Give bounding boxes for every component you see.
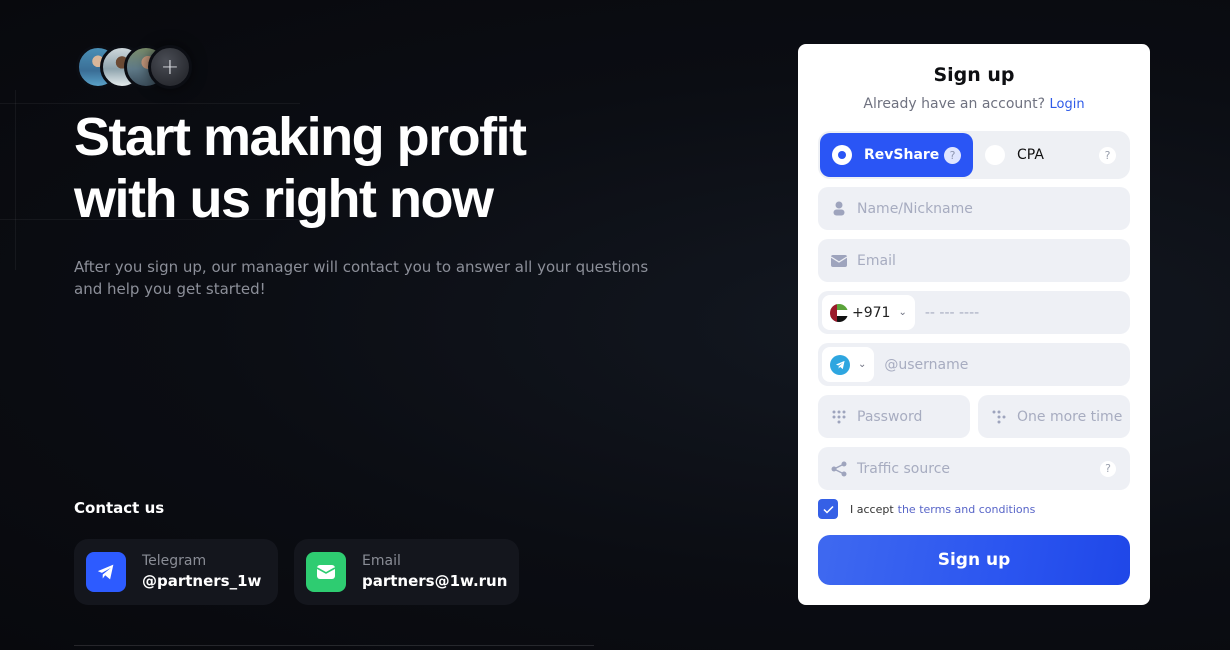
keypad-partial-icon [991,409,1007,425]
chevron-down-icon: ⌄ [898,307,907,318]
decorative-grid-line [0,103,300,104]
login-link[interactable]: Login [1050,97,1085,112]
traffic-source-placeholder: Traffic source [857,460,951,477]
password-repeat-field[interactable]: One more time [978,395,1130,438]
terms-acceptance: I accept the terms and conditions [818,499,1035,519]
keypad-icon [831,409,847,425]
country-code-select[interactable]: +971 ⌄ [822,295,915,330]
name-field[interactable]: Name/Nickname [818,187,1130,230]
decorative-grid-line [15,90,16,270]
email-placeholder: Email [857,252,896,269]
hero-title-line-1: Start making profit [74,107,527,167]
avatar-group: + [76,45,192,89]
plan-option-revshare[interactable]: RevShare ? [820,133,973,177]
hero-title-line-2: with us right now [74,169,494,229]
help-icon[interactable]: ? [1100,460,1116,477]
help-icon[interactable]: ? [944,146,961,164]
signup-form: Sign up Already have an account? Login R… [798,44,1150,605]
contact-value: partners@1w.run [362,571,508,590]
user-icon [831,201,847,216]
plan-option-cpa[interactable]: CPA ? [973,133,1128,177]
contact-label: Telegram [142,552,207,569]
password-field[interactable]: Password [818,395,970,438]
plan-label: RevShare [864,147,940,163]
contact-title: Contact us [74,499,165,517]
hero-title: Start making profit with us right now [74,106,634,230]
name-placeholder: Name/Nickname [857,200,973,217]
signup-button[interactable]: Sign up [818,535,1130,585]
contact-label: Email [362,552,401,569]
telegram-icon [86,552,126,592]
phone-field[interactable]: +971 ⌄ -- --- ---- [818,291,1130,334]
password-repeat-placeholder: One more time [1017,408,1123,425]
messenger-placeholder: @username [884,356,969,373]
phone-placeholder: -- --- ---- [924,304,980,321]
accept-text: I accept [850,502,894,516]
country-code: +971 [852,304,891,321]
radio-unselected[interactable] [985,145,1005,165]
contact-telegram-card[interactable]: Telegram @partners_1w [74,539,278,605]
share-icon [831,461,847,477]
contact-value: @partners_1w [142,571,262,590]
messenger-field[interactable]: ⌄ @username [818,343,1130,386]
contact-email-card[interactable]: Email partners@1w.run [294,539,519,605]
messenger-select[interactable]: ⌄ [822,347,875,382]
mail-icon [831,254,847,267]
radio-selected[interactable] [832,145,852,165]
mail-icon [306,552,346,592]
traffic-source-field[interactable]: Traffic source ? [818,447,1130,490]
plus-icon: + [148,45,192,89]
uae-flag-icon [830,303,848,322]
chevron-down-icon: ⌄ [858,359,867,370]
email-field[interactable]: Email [818,239,1130,282]
terms-link[interactable]: the terms and conditions [898,503,1036,516]
login-prompt-text: Already have an account? [863,96,1046,112]
help-icon[interactable]: ? [1099,146,1116,164]
form-title: Sign up [933,64,1015,86]
hero-subtitle: After you sign up, our manager will cont… [74,258,649,298]
password-placeholder: Password [857,408,923,425]
login-prompt: Already have an account? Login [798,96,1150,112]
plan-label: CPA [1017,147,1044,163]
terms-checkbox[interactable] [818,499,838,519]
telegram-icon [830,354,850,375]
divider [74,645,594,646]
plan-toggle: RevShare ? CPA ? [818,131,1130,179]
